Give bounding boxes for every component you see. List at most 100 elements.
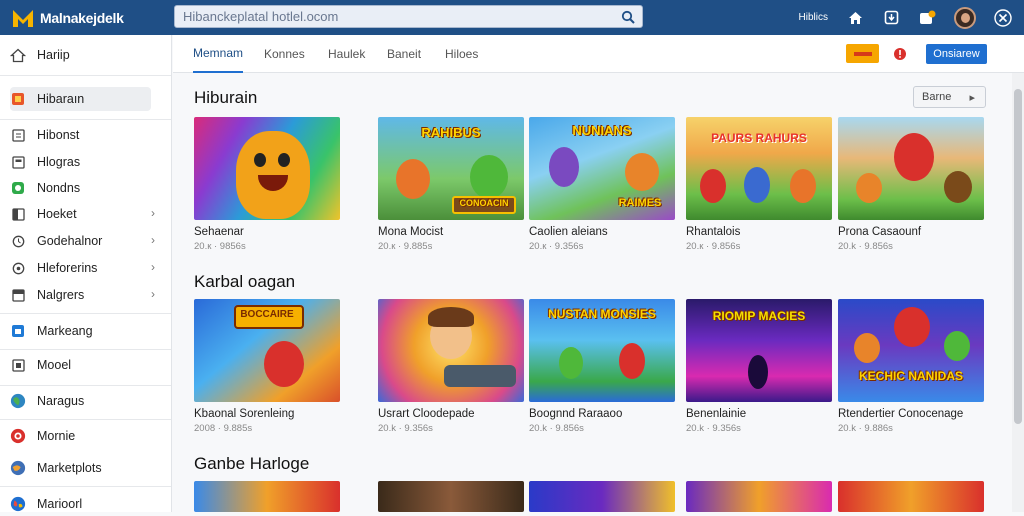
clock-icon	[10, 233, 26, 249]
sidebar-item-home[interactable]: Hariip	[10, 43, 151, 67]
scrollbar-thumb[interactable]	[1014, 89, 1022, 424]
sidebar-item-marioorl[interactable]: Marioorl	[10, 492, 151, 516]
game-card[interactable]: NUNIANS RAIMES Caolien aleians 20.к · 9.…	[529, 117, 675, 252]
character-hair	[428, 307, 474, 327]
sidebar-item-mooel[interactable]: Mooel	[10, 353, 151, 377]
game-card[interactable]: RIOMIP MACIES Benenlainie 20.k · 9.356s	[686, 299, 832, 434]
tab-konnes[interactable]: Konnes	[264, 35, 305, 73]
sidebar-item-naragus[interactable]: Naragus	[10, 389, 151, 413]
more-button[interactable]: Barne ▸	[913, 86, 986, 108]
tab-label: Memnam	[193, 46, 244, 60]
sidebar-item-hoeket[interactable]: Hoeket ›	[10, 202, 155, 226]
download-icon[interactable]	[882, 9, 900, 27]
tab-baneit[interactable]: Baneit	[387, 35, 421, 73]
tab-haulek[interactable]: Haulek	[328, 35, 365, 73]
sidebar-item-markeang[interactable]: Markeang	[10, 319, 151, 343]
card-title: Mona Mocist	[378, 226, 444, 238]
game-card[interactable]	[838, 481, 984, 512]
game-card[interactable]: NUSTAN MONSIES Boognnd Raraaoo 20.k · 9.…	[529, 299, 675, 434]
character-shape	[625, 153, 659, 191]
character-shape	[264, 341, 304, 387]
notification-icon[interactable]	[918, 9, 936, 27]
thumb-sign-text: CONOACIN	[459, 198, 509, 208]
game-card[interactable]: RAHIBUS CONOACIN Mona Mocist 20.к · 9.88…	[378, 117, 524, 252]
game-card[interactable]: KECHIC NANIDAS Rtendertier Conocenage 20…	[838, 299, 984, 434]
tabs-bar: Memnam Konnes Haulek Baneit Hiloes Onsia…	[173, 35, 1024, 73]
game-thumbnail: NUNIANS RAIMES	[529, 117, 675, 220]
character-shape	[549, 147, 579, 187]
primary-button[interactable]: Onsiarew	[926, 44, 987, 64]
sidebar-item-hleforerins[interactable]: Hleforerins ›	[10, 256, 155, 280]
app-name: Malnakejdelk	[40, 9, 124, 26]
sidebar-item-godehalnor[interactable]: Godehalnor ›	[10, 229, 155, 253]
game-card[interactable]: PAURS RAHURS Rhantalois 20.к · 9.856s	[686, 117, 832, 252]
store-icon	[10, 323, 26, 339]
card-title: Boognnd Raraaoo	[529, 408, 623, 420]
sidebar: Hariip Hibaraın Hibonst Hlogras Nondns H…	[0, 35, 172, 512]
bookmark-icon	[10, 127, 26, 143]
character-eye	[278, 153, 290, 167]
game-card[interactable]: BOCCAIRE Kbaonal Sorenleing 2008 · 9.885…	[194, 299, 340, 434]
scrollbar[interactable]	[1012, 73, 1024, 512]
tag-icon	[10, 260, 26, 276]
app-logo[interactable]: Malnakejdelk	[12, 8, 172, 28]
character-shape	[944, 171, 972, 203]
character-shape	[944, 331, 970, 361]
blaster-shape	[444, 365, 516, 387]
home-icon[interactable]	[846, 9, 864, 27]
section-title: Hiburain	[194, 88, 258, 107]
search-input[interactable]	[175, 6, 614, 27]
top-link[interactable]: Hiblics	[799, 12, 828, 23]
user-avatar[interactable]	[954, 6, 976, 29]
game-card[interactable]	[686, 481, 832, 512]
section-title: Karbal oagan	[194, 272, 296, 291]
game-card[interactable]	[194, 481, 340, 512]
game-thumbnail	[378, 299, 524, 402]
chevron-right-icon: ›	[151, 206, 155, 220]
tab-label: Hiloes	[445, 47, 479, 61]
divider	[0, 119, 171, 120]
planet-icon	[10, 460, 26, 476]
thumb-logo-text: NUNIANS	[572, 123, 632, 138]
sidebar-item-mornie[interactable]: Mornie	[10, 424, 151, 448]
game-card[interactable]: Usrart Cloodepade 20.k · 9.356s	[378, 299, 524, 434]
card-meta: 20.к · 9.885s	[378, 241, 433, 252]
home-icon	[10, 47, 26, 63]
sidebar-item-label: Mooel	[37, 358, 72, 372]
sidebar-item-nalgrers[interactable]: Nalgrers ›	[10, 283, 155, 307]
character-shape	[894, 133, 934, 181]
divider	[0, 349, 171, 350]
chevron-right-icon: ›	[151, 260, 155, 274]
game-thumbnail: RAHIBUS CONOACIN	[378, 117, 524, 220]
sidebar-item-hibonst[interactable]: Hibonst	[10, 123, 151, 147]
alert-icon[interactable]	[890, 44, 910, 63]
game-card[interactable]	[529, 481, 675, 512]
game-card[interactable]	[378, 481, 524, 512]
sidebar-item-label: Nondns	[37, 181, 81, 195]
close-icon[interactable]	[994, 8, 1012, 27]
search-bar	[174, 5, 643, 28]
game-thumbnail: NUSTAN MONSIES	[529, 299, 675, 402]
sidebar-item-label: Marioorl	[37, 497, 83, 511]
globe-icon	[10, 393, 26, 409]
tab-hiloes[interactable]: Hiloes	[445, 35, 478, 73]
tab-label: Konnes	[264, 47, 305, 61]
divider	[0, 385, 171, 386]
game-card[interactable]: Prona Casaounf 20.k · 9.856s	[838, 117, 984, 252]
game-thumbnail: KECHIC NANIDAS	[838, 299, 984, 402]
sidebar-item-nondns[interactable]: Nondns	[10, 176, 151, 200]
sidebar-item-hlogras[interactable]: Hlogras	[10, 150, 151, 174]
coins-badge[interactable]	[846, 44, 879, 63]
card-meta: 20.k · 9.356s	[686, 423, 741, 434]
box-icon	[10, 357, 26, 373]
sidebar-item-label: Naragus	[37, 394, 85, 408]
card-meta: 20.к · 9.856s	[686, 241, 741, 252]
thumb-logo-text: RAHIBUS	[421, 125, 481, 140]
tab-memnam[interactable]: Memnam	[193, 35, 244, 73]
sidebar-item-marketplots[interactable]: Marketplots	[10, 456, 151, 480]
sidebar-item-hiburain[interactable]: Hibaraın	[10, 87, 151, 111]
search-icon[interactable]	[614, 6, 642, 27]
card-meta: 2008 · 9.885s	[194, 423, 253, 434]
game-card[interactable]: Sehaenar 20.к · 9856s	[194, 117, 340, 252]
sidebar-item-label: Godehalnor	[37, 234, 103, 248]
